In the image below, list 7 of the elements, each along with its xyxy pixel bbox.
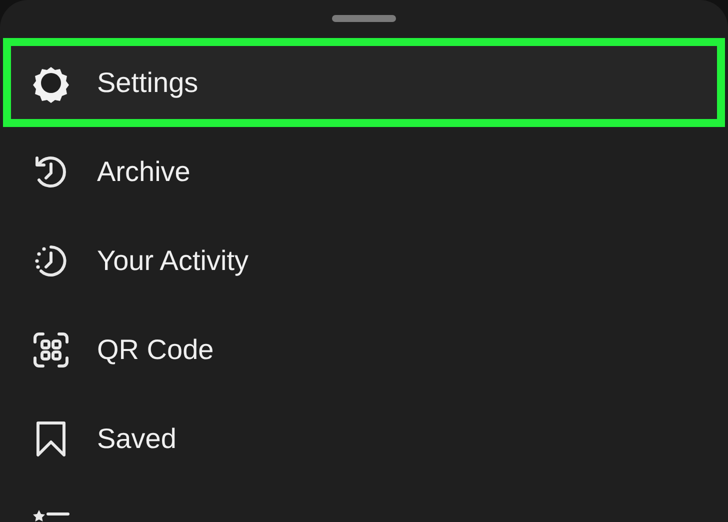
menu-item[interactable]: Settings [3, 38, 725, 127]
menu-item[interactable]: Your Activity [3, 216, 725, 305]
drag-handle[interactable] [332, 15, 396, 22]
menu-item[interactable]: QR Code [3, 305, 725, 394]
menu-item[interactable]: Archive [3, 127, 725, 216]
qr-code-icon [31, 330, 71, 370]
menu-item[interactable]: Saved [3, 394, 725, 483]
